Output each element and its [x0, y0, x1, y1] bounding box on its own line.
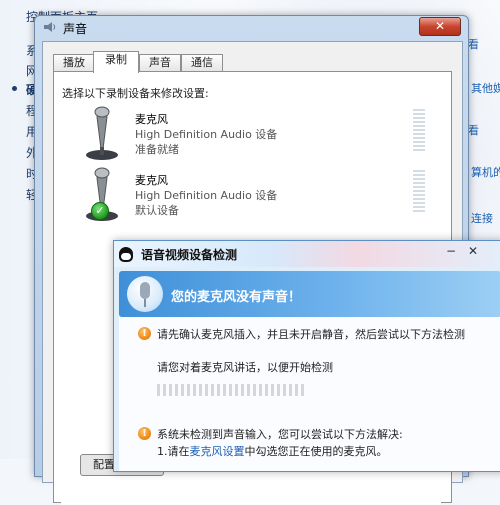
banner-text: 您的麦克风没有声音！	[171, 290, 302, 305]
minimize-button[interactable]: −	[442, 244, 460, 260]
background-link[interactable]: 连接	[471, 210, 493, 226]
background-link[interactable]: 其他媒	[471, 80, 500, 96]
info-icon: !	[138, 427, 151, 440]
bullet-icon	[12, 86, 17, 91]
tab-communications[interactable]: 通信	[181, 54, 223, 72]
dialog-title: 语音视频设备检测	[141, 248, 238, 262]
speaker-icon	[44, 22, 56, 32]
speak-prompt: 请您对着麦克风讲话，以便开始检测	[157, 361, 333, 374]
volume-level-bar	[157, 384, 305, 396]
solution-prefix: 1.请在	[157, 445, 190, 458]
microphone-settings-link[interactable]: 麦克风设置	[190, 445, 245, 458]
device-description: High Definition Audio 设备	[135, 128, 278, 141]
device-name: 麦克风	[135, 113, 168, 126]
tab-recording[interactable]: 录制	[93, 51, 139, 73]
title-bar[interactable]: 语音视频设备检测 − ✕	[114, 241, 500, 267]
tab-sounds[interactable]: 声音	[139, 54, 181, 72]
background-link[interactable]: 看	[468, 122, 479, 138]
info-icon: !	[138, 327, 151, 340]
detection-content: ! 请先确认麦克风插入，并且未开启静音，然后尝试以下方法检测 请您对着麦克风讲话…	[119, 317, 500, 471]
qq-penguin-icon	[119, 247, 133, 262]
level-meter	[413, 170, 425, 212]
dialog-title: 声音	[63, 22, 88, 36]
close-button[interactable]: ✕	[419, 17, 461, 36]
device-status: 准备就绪	[135, 143, 179, 156]
list-item[interactable]: 麦克风 High Definition Audio 设备 准备就绪	[61, 105, 441, 165]
background-link[interactable]: 看	[468, 36, 479, 52]
qq-device-detection-dialog: 语音视频设备检测 − ✕ 您的麦克风没有声音！ ! 请先确认麦克风插入，并且未开…	[113, 240, 500, 472]
level-meter	[413, 109, 425, 151]
microphone-icon	[127, 276, 163, 312]
list-item[interactable]: ✓ 麦克风 High Definition Audio 设备 默认设备	[61, 166, 441, 226]
tab-playback[interactable]: 播放	[53, 54, 95, 72]
status-banner: 您的麦克风没有声音！	[119, 271, 500, 317]
microphone-icon	[86, 106, 118, 160]
step1-text: 请先确认麦克风插入，并且未开启静音，然后尝试以下方法检测	[157, 328, 465, 341]
close-button[interactable]: ✕	[464, 244, 482, 260]
step2-text: 系统未检测到声音输入，您可以尝试以下方法解决:	[157, 428, 403, 441]
device-name: 麦克风	[135, 174, 168, 187]
device-description: High Definition Audio 设备	[135, 189, 278, 202]
device-status: 默认设备	[135, 204, 179, 217]
background-link[interactable]: 算机的	[471, 164, 500, 180]
default-check-icon: ✓	[91, 202, 109, 220]
solution-suffix: 中勾选您正在使用的麦克风。	[244, 445, 388, 458]
solution-line: 1.请在麦克风设置中勾选您正在使用的麦克风。	[157, 443, 388, 459]
instruction-text: 选择以下录制设备来修改设置:	[62, 87, 209, 100]
